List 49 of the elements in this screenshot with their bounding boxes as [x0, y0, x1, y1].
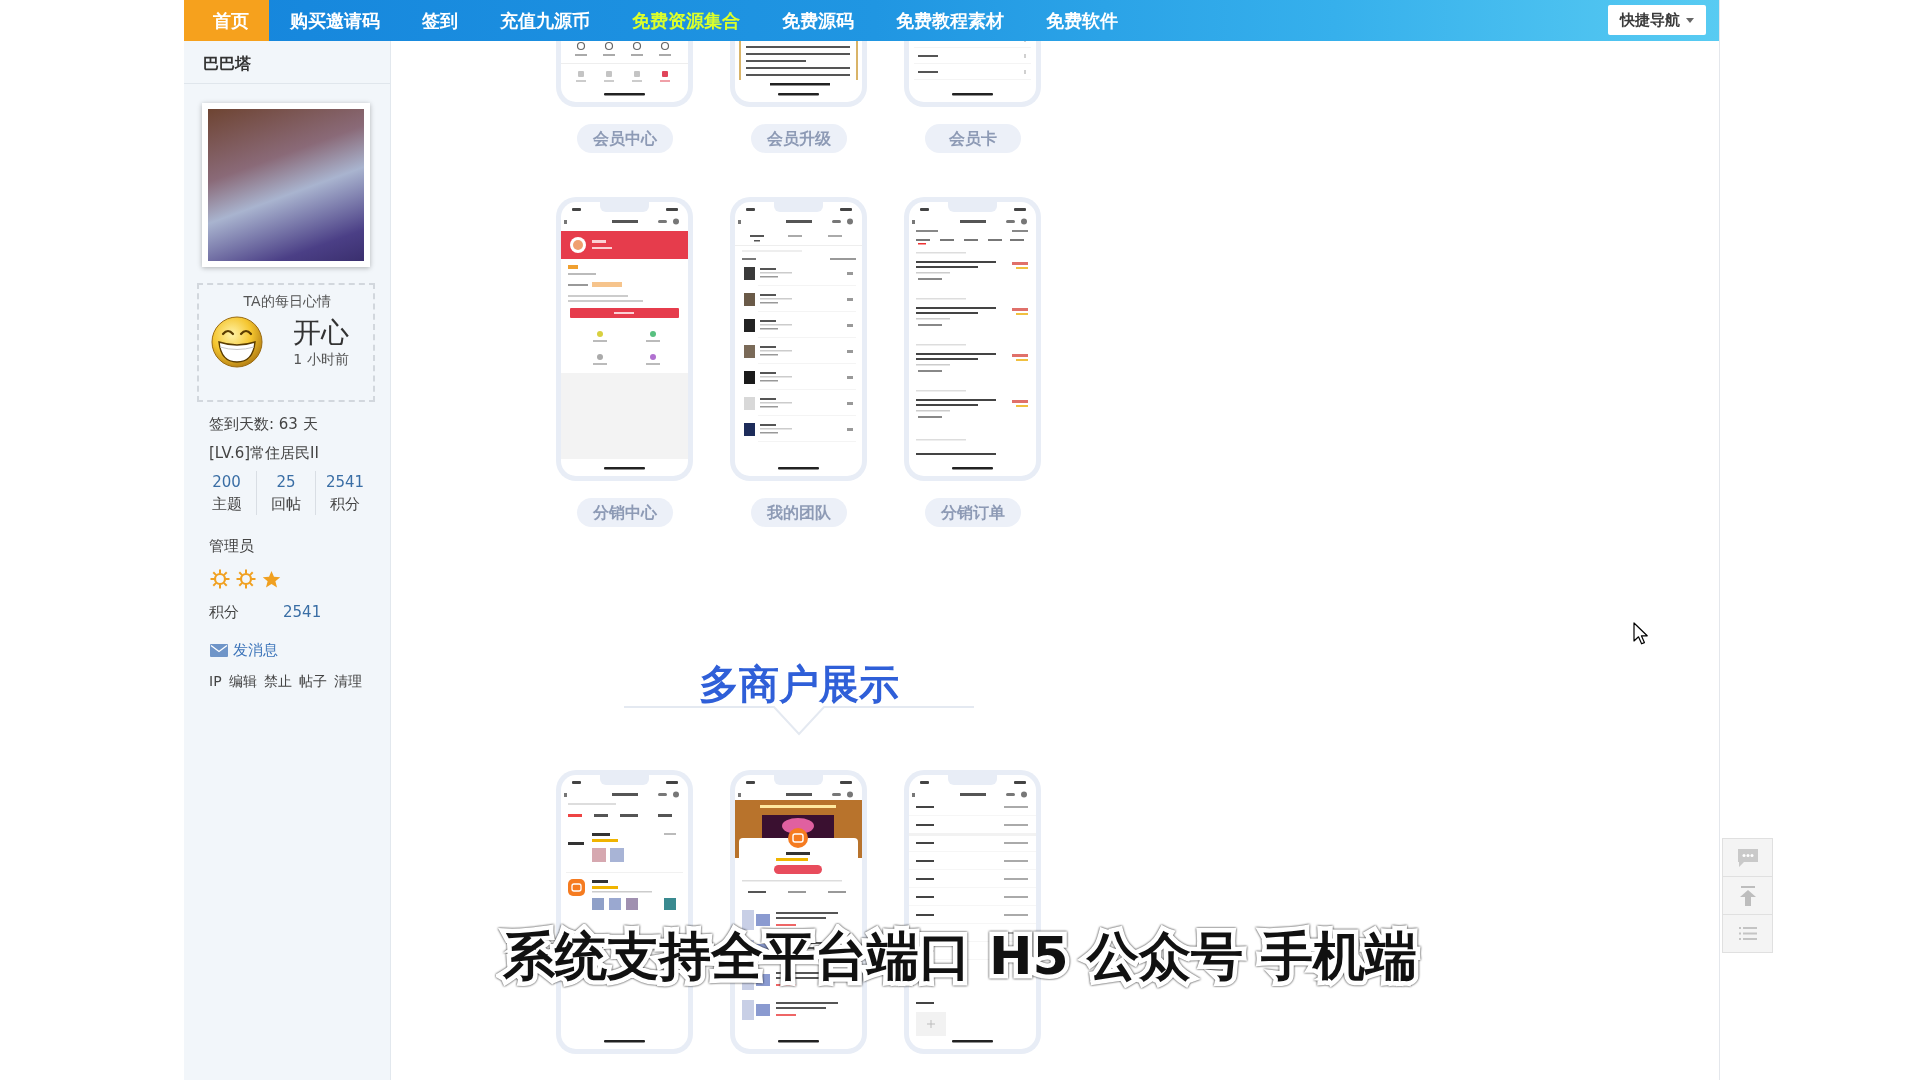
points-label: 积分 — [209, 602, 240, 623]
list-button[interactable] — [1722, 914, 1773, 953]
mood-text: 开心 — [293, 316, 349, 350]
mouse-pointer-icon — [1633, 622, 1649, 645]
stat-label: 回帖 — [271, 494, 301, 515]
user-group-text: 管理员 — [209, 536, 255, 557]
stat-label: 主题 — [211, 494, 242, 515]
mood-title: TA的每日心情 — [242, 292, 332, 310]
back-to-top-button[interactable] — [1722, 876, 1773, 915]
points-value: 2541 — [283, 602, 322, 623]
up-arrow-icon — [1738, 885, 1757, 906]
nav-link[interactable]: 购买邀请码 — [269, 0, 401, 41]
stat-value[interactable]: 2541 — [325, 471, 365, 493]
screen-caption: 会员升级 — [750, 124, 847, 153]
admin-link[interactable]: 帖子 — [298, 667, 327, 695]
nav-link[interactable]: 免费软件 — [1025, 0, 1139, 41]
nav-link[interactable]: 免费教程素材 — [875, 0, 1025, 41]
mood-time: 1 小时前 — [293, 350, 349, 368]
star-icon — [262, 569, 281, 589]
quick-nav-button[interactable]: 快捷导航 — [1608, 5, 1706, 35]
nav-link[interactable]: 签到 — [401, 0, 479, 41]
checkin-days-text: 签到天数: 63 天 — [209, 414, 319, 435]
screen-caption: 我的团队 — [750, 498, 847, 527]
admin-link[interactable]: 清理 — [333, 667, 362, 695]
list-icon — [1738, 927, 1757, 940]
comment-button[interactable] — [1722, 838, 1773, 877]
admin-link[interactable]: 禁止 — [263, 667, 292, 695]
screen-caption: 会员中心 — [576, 124, 673, 153]
screen-caption: 分销订单 — [924, 498, 1021, 527]
stat-value[interactable]: 25 — [276, 471, 296, 493]
admin-link[interactable]: 编辑 — [228, 667, 257, 695]
screen-caption: 会员卡 — [924, 124, 1021, 153]
user-level-text: [LV.6]常住居民II — [209, 443, 320, 464]
username: 巴巴塔 — [184, 41, 390, 84]
admin-link[interactable]: IP — [209, 667, 222, 695]
sun-icon — [236, 569, 256, 589]
sun-icon — [210, 569, 230, 589]
grinning-face-icon — [211, 316, 263, 368]
nav-link[interactable]: 免费源码 — [761, 0, 875, 41]
speech-bubble-icon — [1736, 847, 1759, 868]
envelope-icon — [210, 643, 228, 657]
nav-link[interactable]: 免费资源集合 — [611, 0, 761, 41]
send-message-link[interactable]: 发消息 — [210, 636, 278, 664]
screen-caption: 分销中心 — [576, 498, 673, 527]
stat-label: 积分 — [330, 494, 360, 515]
stat-value[interactable]: 200 — [212, 471, 241, 493]
caret-icon — [1686, 17, 1694, 23]
section-heading: 多商户展示 — [697, 663, 900, 705]
nav-link[interactable]: 充值九源币 — [479, 0, 611, 41]
